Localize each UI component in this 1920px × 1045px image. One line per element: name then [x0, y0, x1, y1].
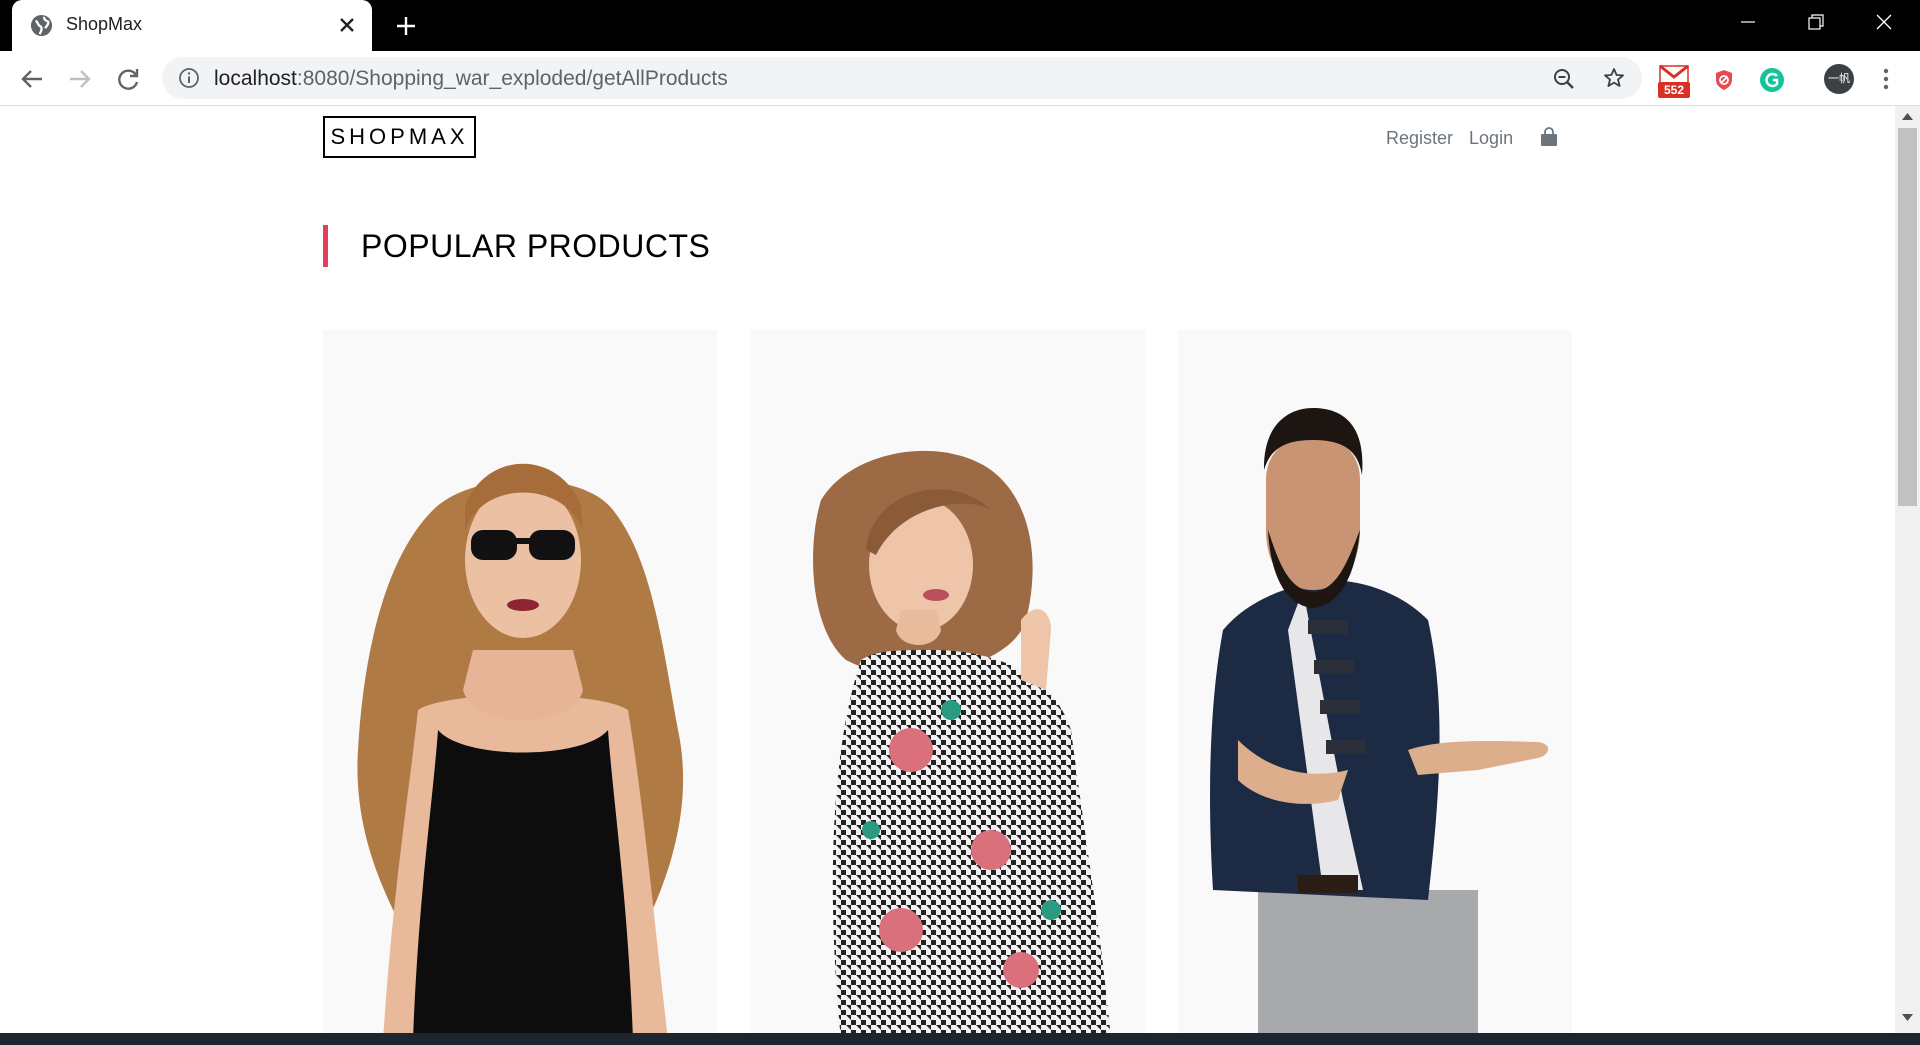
tab-title: ShopMax	[66, 14, 143, 34]
scroll-up-arrow-icon[interactable]	[1902, 112, 1913, 120]
profile-avatar[interactable]: 一帆	[1824, 64, 1854, 94]
browser-toolbar: localhost:8080/Shopping_war_exploded/get…	[0, 51, 1920, 106]
reload-icon[interactable]	[112, 63, 144, 95]
site-logo[interactable]: SHOPMAX	[323, 116, 476, 158]
gmail-unread-badge: 552	[1658, 82, 1690, 98]
gmail-extension[interactable]: 552	[1658, 64, 1690, 98]
zoom-out-icon[interactable]	[1552, 67, 1576, 91]
close-window-button[interactable]	[1850, 0, 1918, 44]
browser-menu-icon[interactable]	[1874, 65, 1898, 93]
os-taskbar	[0, 1033, 1920, 1045]
forward-arrow-icon[interactable]	[64, 63, 96, 95]
url-path: :8080/Shopping_war_exploded/getAllProduc…	[296, 67, 728, 90]
close-icon	[1876, 14, 1892, 30]
product-card[interactable]	[323, 330, 717, 1033]
restore-icon	[1808, 14, 1824, 30]
scroll-down-arrow-icon[interactable]	[1902, 1014, 1913, 1022]
product-card[interactable]	[1178, 330, 1572, 1033]
globe-icon	[30, 14, 53, 37]
page-viewport: SHOPMAX Register Login POPULAR PRODUCTS	[0, 106, 1895, 1033]
section-title: POPULAR PRODUCTS	[323, 225, 710, 267]
new-tab-plus-icon[interactable]	[392, 12, 420, 40]
browser-tab[interactable]: ShopMax	[12, 0, 372, 51]
register-link[interactable]: Register	[1386, 128, 1453, 148]
product-image-man-blazer	[1210, 408, 1549, 1033]
info-icon[interactable]	[178, 67, 200, 89]
address-bar[interactable]: localhost:8080/Shopping_war_exploded/get…	[162, 57, 1642, 99]
product-image-woman-sunglasses	[357, 463, 684, 1033]
close-tab-icon[interactable]	[334, 12, 360, 38]
url-host: localhost	[214, 67, 297, 90]
browser-tabstrip: ShopMax	[0, 0, 1920, 51]
login-link[interactable]: Login	[1469, 128, 1513, 148]
url-text[interactable]: localhost:8080/Shopping_war_exploded/get…	[214, 67, 728, 91]
restore-button[interactable]	[1782, 0, 1850, 44]
site-top-nav: Register Login	[1386, 128, 1529, 149]
scrollbar-thumb[interactable]	[1898, 128, 1917, 506]
back-arrow-icon[interactable]	[16, 63, 48, 95]
product-card[interactable]	[751, 330, 1145, 1033]
minimize-icon	[1741, 21, 1755, 23]
grammarly-icon[interactable]	[1756, 64, 1788, 96]
bookmark-star-icon[interactable]	[1602, 66, 1626, 90]
minimize-button[interactable]	[1714, 0, 1782, 44]
page-scrollbar[interactable]	[1895, 106, 1920, 1033]
product-image-woman-floral-dress	[813, 450, 1111, 1033]
shopping-bag-icon[interactable]	[1538, 126, 1560, 148]
shield-extension-icon[interactable]	[1708, 64, 1740, 96]
